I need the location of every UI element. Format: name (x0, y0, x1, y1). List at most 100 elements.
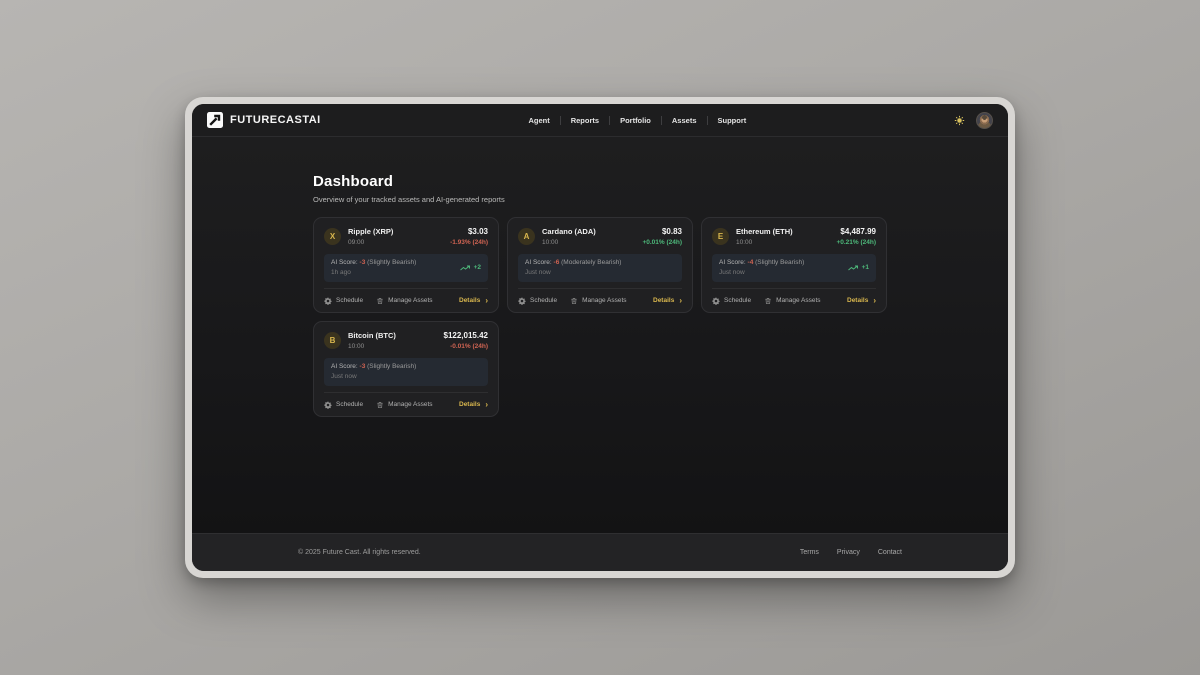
trash-icon (376, 401, 384, 409)
details-label: Details (459, 297, 480, 304)
theme-toggle-sun-icon[interactable] (954, 115, 965, 126)
gear-icon (324, 297, 332, 305)
card-header: A Cardano (ADA) 10:00 $0.83 +0.01% (24h) (518, 227, 682, 246)
nav-item-support[interactable]: Support (708, 116, 757, 125)
chevron-right-icon: › (679, 298, 682, 304)
trash-icon (764, 297, 772, 305)
main-content: Dashboard Overview of your tracked asset… (192, 137, 1008, 533)
schedule-label: Schedule (336, 297, 363, 304)
trend-up-icon (460, 265, 471, 271)
asset-card-cardano: A Cardano (ADA) 10:00 $0.83 +0.01% (24h) (507, 217, 693, 313)
main-nav: Agent Reports Portfolio Assets Support (321, 116, 954, 125)
brand-name: FUTURECASTAI (230, 114, 321, 126)
footer-link-terms[interactable]: Terms (800, 549, 819, 556)
asset-change: -1.93% (24h) (450, 239, 488, 246)
manage-assets-button[interactable]: Manage Assets (570, 297, 626, 305)
app-window: FUTURECASTAI Agent Reports Portfolio Ass… (192, 104, 1008, 571)
ai-score-value: -3 (360, 363, 366, 370)
brand-logo[interactable]: FUTURECASTAI (207, 112, 321, 128)
card-header: E Ethereum (ETH) 10:00 $4,487.99 +0.21% … (712, 227, 876, 246)
details-button[interactable]: Details › (653, 297, 682, 304)
ai-score-box: AI Score: -3 (Slightly Bearish) Just now (324, 358, 488, 386)
nav-item-reports[interactable]: Reports (561, 116, 609, 125)
details-label: Details (459, 401, 480, 408)
schedule-label: Schedule (336, 401, 363, 408)
asset-price: $122,015.42 (444, 331, 489, 340)
asset-change: +0.21% (24h) (836, 239, 876, 246)
chevron-right-icon: › (485, 402, 488, 408)
ai-score-value: -6 (554, 259, 560, 266)
asset-symbol-badge: B (324, 332, 341, 349)
trend-value: +1 (862, 264, 869, 271)
manage-assets-button[interactable]: Manage Assets (376, 401, 432, 409)
manage-assets-button[interactable]: Manage Assets (376, 297, 432, 305)
asset-name: Ripple (XRP) (348, 227, 393, 236)
futurecast-logo-icon (207, 112, 223, 128)
nav-item-assets[interactable]: Assets (662, 116, 707, 125)
trash-icon (376, 297, 384, 305)
asset-symbol-badge: A (518, 228, 535, 245)
chevron-right-icon: › (873, 298, 876, 304)
details-label: Details (653, 297, 674, 304)
card-actions: Schedule Manage Assets Details › (712, 288, 876, 312)
asset-card-bitcoin: B Bitcoin (BTC) 10:00 $122,015.42 -0.01%… (313, 321, 499, 417)
trend-value: +2 (474, 264, 481, 271)
asset-price: $3.03 (450, 227, 488, 236)
asset-change: +0.01% (24h) (642, 239, 682, 246)
asset-time: 10:00 (348, 343, 396, 350)
card-header: X Ripple (XRP) 09:00 $3.03 -1.93% (24h) (324, 227, 488, 246)
asset-symbol-badge: X (324, 228, 341, 245)
manage-assets-label: Manage Assets (776, 297, 820, 304)
schedule-label: Schedule (530, 297, 557, 304)
asset-name: Ethereum (ETH) (736, 227, 793, 236)
ai-score-value: -3 (360, 259, 366, 266)
asset-name: Cardano (ADA) (542, 227, 596, 236)
schedule-button[interactable]: Schedule (712, 297, 751, 305)
details-button[interactable]: Details › (847, 297, 876, 304)
footer-link-privacy[interactable]: Privacy (837, 549, 860, 556)
page-title: Dashboard (313, 173, 887, 190)
trend-badge: +1 (848, 264, 869, 271)
card-actions: Schedule Manage Assets Details › (324, 288, 488, 312)
asset-price: $0.83 (642, 227, 682, 236)
ai-score-value: -4 (748, 259, 754, 266)
details-button[interactable]: Details › (459, 297, 488, 304)
trend-badge: +2 (460, 264, 481, 271)
asset-card-ripple: X Ripple (XRP) 09:00 $3.03 -1.93% (24h) (313, 217, 499, 313)
updated-time: Just now (331, 373, 416, 380)
manage-assets-label: Manage Assets (582, 297, 626, 304)
nav-item-agent[interactable]: Agent (518, 116, 559, 125)
asset-card-ethereum: E Ethereum (ETH) 10:00 $4,487.99 +0.21% … (701, 217, 887, 313)
ai-sentiment: (Moderately Bearish) (561, 259, 621, 266)
details-button[interactable]: Details › (459, 401, 488, 408)
manage-assets-label: Manage Assets (388, 297, 432, 304)
asset-time: 10:00 (736, 239, 793, 246)
user-avatar[interactable] (976, 112, 993, 129)
asset-change: -0.01% (24h) (444, 343, 489, 350)
asset-name: Bitcoin (BTC) (348, 331, 396, 340)
updated-time: Just now (719, 269, 804, 276)
details-label: Details (847, 297, 868, 304)
ai-score-label: AI Score: (331, 259, 358, 266)
manage-assets-label: Manage Assets (388, 401, 432, 408)
card-actions: Schedule Manage Assets Details › (518, 288, 682, 312)
ai-score-label: AI Score: (525, 259, 552, 266)
footer-links: Terms Privacy Contact (800, 549, 902, 556)
gear-icon (518, 297, 526, 305)
manage-assets-button[interactable]: Manage Assets (764, 297, 820, 305)
asset-symbol-badge: E (712, 228, 729, 245)
schedule-label: Schedule (724, 297, 751, 304)
ai-score-label: AI Score: (719, 259, 746, 266)
footer-link-contact[interactable]: Contact (878, 549, 902, 556)
schedule-button[interactable]: Schedule (324, 297, 363, 305)
ai-score-box: AI Score: -4 (Slightly Bearish) Just now (712, 254, 876, 282)
nav-item-portfolio[interactable]: Portfolio (610, 116, 661, 125)
schedule-button[interactable]: Schedule (324, 401, 363, 409)
ai-sentiment: (Slightly Bearish) (367, 259, 416, 266)
top-navigation-bar: FUTURECASTAI Agent Reports Portfolio Ass… (192, 104, 1008, 137)
ai-sentiment: (Slightly Bearish) (367, 363, 416, 370)
ai-score-box: AI Score: -6 (Moderately Bearish) Just n… (518, 254, 682, 282)
schedule-button[interactable]: Schedule (518, 297, 557, 305)
footer: © 2025 Future Cast. All rights reserved.… (192, 533, 1008, 571)
topbar-actions (954, 112, 993, 129)
